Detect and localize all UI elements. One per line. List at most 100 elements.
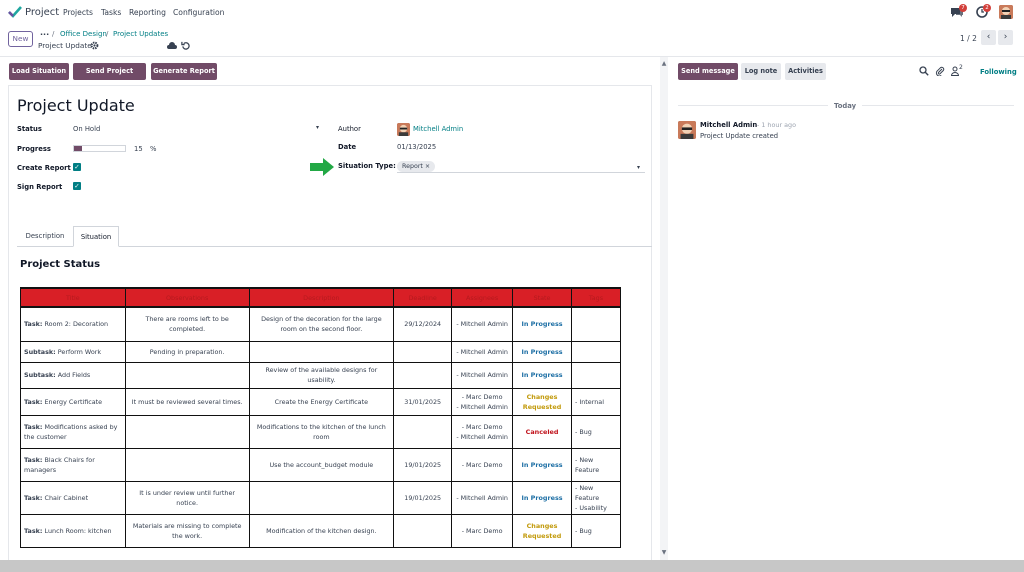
table-row: Task: Room 2: Decoration There are rooms … <box>20 306 621 342</box>
author-link[interactable]: Mitchell Admin <box>413 125 463 133</box>
row-type-prefix: Task: <box>24 493 43 502</box>
menu-tasks[interactable]: Tasks <box>101 8 121 17</box>
cell-desc: Modification of the kitchen design. <box>248 513 395 548</box>
state-badge: In Progress <box>521 320 563 329</box>
tag: - New Feature <box>575 483 600 502</box>
new-button[interactable]: New <box>8 31 33 47</box>
state-badge: Canceled <box>525 427 559 436</box>
tab-situation[interactable]: Situation <box>73 226 119 247</box>
message-author-avatar[interactable] <box>678 121 696 139</box>
column-header: State <box>512 287 572 308</box>
message-body: Project Update created <box>700 132 779 140</box>
column-header: Assignees <box>451 287 514 308</box>
column-header: Tags <box>571 287 621 308</box>
breadcrumb-project-updates[interactable]: Project Updates <box>113 30 168 38</box>
progress-unit: % <box>150 145 157 153</box>
cell-obs: There are rooms left to be completed. <box>124 306 250 342</box>
tab-description[interactable]: Description <box>17 226 73 247</box>
chevron-left-icon: ‹ <box>986 32 991 42</box>
log-note-button[interactable]: Log note <box>741 63 781 80</box>
author-avatar <box>397 123 410 136</box>
row-title: Perform Work <box>57 347 102 356</box>
progress-bar-fill <box>74 146 82 151</box>
tag-remove-icon[interactable]: × <box>425 163 430 170</box>
breadcrumb-separator: / <box>106 30 109 38</box>
create-report-label: Create Report <box>17 164 71 172</box>
cloud-save-icon[interactable] <box>167 41 177 50</box>
tag: - Usability <box>575 503 607 512</box>
cell-desc: Create the Energy Certificate <box>248 387 395 416</box>
activities-button[interactable]: Activities <box>785 63 826 80</box>
cell-obs <box>124 414 250 449</box>
scroll-up-icon[interactable]: ▲ <box>660 60 668 67</box>
cell-obs: It is under review until further notice. <box>124 480 250 515</box>
situation-dropdown-caret-icon[interactable]: ▾ <box>637 164 640 171</box>
status-label: Status <box>17 125 42 133</box>
state-badge: In Progress <box>521 371 563 379</box>
search-icon[interactable] <box>919 66 929 76</box>
create-report-checkbox[interactable]: ✓ <box>73 163 81 171</box>
message-author[interactable]: Mitchell Admin <box>700 121 757 129</box>
situation-tag-chip[interactable]: Report × <box>397 161 436 172</box>
menu-reporting[interactable]: Reporting <box>129 8 166 17</box>
menu-configuration[interactable]: Configuration <box>173 8 225 17</box>
date-label: Date <box>338 143 357 151</box>
check-icon: ✓ <box>74 182 80 190</box>
message-author-avatar-icon <box>678 121 696 139</box>
cell-desc: Review of the available designs for usab… <box>248 361 395 389</box>
gear-icon[interactable] <box>90 41 99 50</box>
top-navbar: Project Projects Tasks Reporting Configu… <box>0 0 1024 24</box>
pager-next-button[interactable]: › <box>998 30 1013 45</box>
project-status-heading: Project Status <box>20 259 101 270</box>
progress-bar[interactable] <box>73 145 126 152</box>
paperclip-icon[interactable] <box>935 66 945 76</box>
state-badge: In Progress <box>521 347 563 356</box>
today-label: Today <box>834 102 857 110</box>
control-panel-divider <box>0 56 1024 57</box>
user-avatar-icon <box>999 5 1013 19</box>
table-row: Task: Energy Certificate It must be revie… <box>20 387 621 416</box>
project-app-icon[interactable] <box>8 5 22 19</box>
cell-state: Changes Requested <box>512 513 572 548</box>
author-label: Author <box>338 125 361 133</box>
load-situation-button[interactable]: Load Situation <box>9 63 69 80</box>
cell-assignees: - Marc Demo <box>451 447 514 482</box>
assignee: - Mitchell Admin <box>456 320 508 329</box>
assignee: - Marc Demo <box>461 526 503 535</box>
column-header: Title <box>20 287 126 308</box>
row-title: Room 2: Decoration <box>44 320 109 329</box>
menu-projects[interactable]: Projects <box>63 8 93 17</box>
date-field[interactable]: 01/13/2025 <box>397 143 436 151</box>
cell-deadline <box>393 414 453 449</box>
cell-assignees: - Marc Demo - Mitchell Admin <box>451 387 514 416</box>
sign-report-checkbox[interactable]: ✓ <box>73 182 81 190</box>
send-message-button[interactable]: Send message <box>678 63 738 80</box>
horizontal-scrollbar[interactable] <box>0 560 1024 572</box>
user-avatar[interactable] <box>999 5 1013 19</box>
pager-previous-button[interactable]: ‹ <box>981 30 996 45</box>
breadcrumb-dots-button[interactable]: ... <box>40 28 49 37</box>
situation-tag-label: Report <box>402 163 423 170</box>
generate-report-button[interactable]: Generate Report <box>151 63 217 80</box>
scroll-down-icon[interactable]: ▼ <box>660 549 668 556</box>
app-name[interactable]: Project <box>25 7 59 18</box>
row-type-prefix: Task: <box>24 397 43 406</box>
breadcrumb-office-design[interactable]: Office Design <box>60 30 107 38</box>
discard-undo-icon[interactable] <box>181 41 190 50</box>
status-select[interactable]: On Hold <box>73 125 100 133</box>
cell-assignees: - Marc Demo <box>451 513 514 548</box>
send-project-status-button[interactable]: Send Project Status <box>73 63 146 92</box>
progress-value[interactable]: 15 <box>134 145 143 153</box>
cell-tags <box>571 340 621 363</box>
row-title: Chair Cabinet <box>44 493 89 502</box>
pager-value[interactable]: 1 / 2 <box>960 34 977 43</box>
status-dropdown-caret-icon[interactable]: ▾ <box>316 124 319 131</box>
cell-state: Canceled <box>512 414 572 449</box>
cell-deadline: 31/01/2025 <box>393 387 453 416</box>
following-button[interactable]: Following <box>980 68 1017 76</box>
cell-deadline <box>393 361 453 389</box>
assignee: - Marc Demo <box>461 392 503 401</box>
form-scrollbar[interactable] <box>660 57 668 560</box>
cell-assignees: - Mitchell Admin <box>451 340 514 363</box>
tag: - Bug <box>575 427 592 436</box>
